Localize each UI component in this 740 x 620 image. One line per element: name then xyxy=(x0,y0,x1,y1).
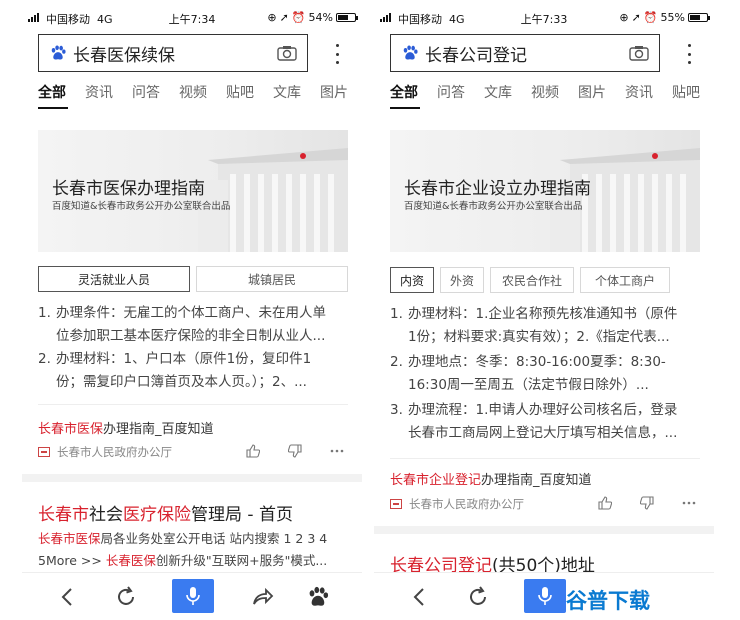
tab-images[interactable]: 图片 xyxy=(320,82,348,102)
tab-all[interactable]: 全部 xyxy=(38,82,66,102)
tab-bar: 全部 问答 文库 视频 图片 资讯 贴吧 xyxy=(390,82,714,109)
thumbs-up-icon[interactable] xyxy=(598,496,612,510)
more-options-icon[interactable] xyxy=(330,449,344,453)
result2-snippet: 长春市医保局各业务处室公开电话 站内搜索 1 2 3 4 5More >> 长春… xyxy=(38,531,328,568)
list-item[interactable]: 2. 办理地点：冬季：8:30-16:00夏季：8:30- 16:30周一至周五… xyxy=(390,351,700,397)
search-query[interactable]: 长春医保续保 xyxy=(73,41,277,66)
result2-title-link[interactable]: 长春市社会医疗保险管理局 - 首页 xyxy=(38,500,293,525)
alarm-icon: ⏰ xyxy=(291,11,306,24)
chip-urban-resident[interactable]: 城镇居民 xyxy=(196,266,348,292)
baidu-paw-icon xyxy=(51,45,66,60)
search-box[interactable]: 长春医保续保 xyxy=(38,34,308,72)
tab-wenku[interactable]: 文库 xyxy=(484,82,512,102)
thumbs-up-icon[interactable] xyxy=(246,444,260,458)
status-bar: 中国移动 4G 上午7:34 ⊕ ➚ ⏰ 54% xyxy=(22,10,362,28)
chip-foreign[interactable]: 外资 xyxy=(440,267,484,293)
active-tab-indicator xyxy=(390,107,420,109)
camera-icon[interactable] xyxy=(277,45,297,61)
tab-qa[interactable]: 问答 xyxy=(132,82,160,102)
tab-tieba[interactable]: 贴吧 xyxy=(672,82,700,102)
baidu-paw-icon xyxy=(403,45,418,60)
banner-title: 长春市企业设立办理指南 xyxy=(404,179,591,199)
svg-text:谷普下载: 谷普下载 xyxy=(566,589,650,613)
battery-icon xyxy=(688,13,710,22)
guide-banner[interactable]: 长春市企业设立办理指南 百度知道&长春市政务公开办公室联合出品 xyxy=(390,130,700,252)
result-title-link[interactable]: 长春市企业登记办理指南_百度知道 xyxy=(390,469,592,488)
voice-search-button[interactable] xyxy=(524,579,566,613)
banner-subtitle: 百度知道&长春市政务公开办公室联合出品 xyxy=(404,201,583,212)
list-item[interactable]: 1. 办理条件：无雇工的个体工商户、未在用人单 位参加职工基本医疗保险的非全日制… xyxy=(38,302,348,348)
right-phone-screen: 中国移动 4G 上午7:33 ⊕ ➚ ⏰ 55% 长春公司登记 全部 问答 文库 视频… xyxy=(374,0,714,620)
result-source: 长春市人民政府办公厅 xyxy=(390,496,524,512)
baidu-home-icon[interactable] xyxy=(306,585,330,609)
active-tab-indicator xyxy=(38,107,68,109)
battery-percent: 54% xyxy=(308,11,333,24)
guide-list: 1. 办理材料：1.企业名称预先核准通知书（原件 1份；材料要求:真实有效）；2… xyxy=(390,303,700,445)
bottom-toolbar xyxy=(22,572,362,620)
section-separator xyxy=(374,526,714,534)
tab-video[interactable]: 视频 xyxy=(531,82,559,102)
location-icon: ➚ xyxy=(631,11,641,24)
result-source: 长春市人民政府办公厅 xyxy=(38,444,172,460)
chip-cooperative[interactable]: 农民合作社 xyxy=(490,267,574,293)
more-options-icon[interactable] xyxy=(682,501,696,505)
more-menu-icon[interactable] xyxy=(686,44,692,64)
microphone-icon xyxy=(538,587,552,605)
site-watermark-logo: 谷普下载 xyxy=(566,589,650,613)
battery-percent: 55% xyxy=(660,11,685,24)
divider xyxy=(390,458,700,459)
tab-wenku[interactable]: 文库 xyxy=(273,82,301,102)
tab-news[interactable]: 资讯 xyxy=(625,82,653,102)
chip-individual-business[interactable]: 个体工商户 xyxy=(580,267,670,293)
back-icon[interactable] xyxy=(408,585,432,609)
tab-tieba[interactable]: 贴吧 xyxy=(226,82,254,102)
thumbs-down-icon[interactable] xyxy=(288,444,302,458)
tab-images[interactable]: 图片 xyxy=(578,82,606,102)
gov-logo-icon xyxy=(390,499,402,509)
camera-icon[interactable] xyxy=(629,45,649,61)
alarm-icon: ⏰ xyxy=(643,11,658,24)
banner-title: 长春市医保办理指南 xyxy=(52,179,205,199)
gov-logo-icon xyxy=(38,447,50,457)
chip-flexible-employment[interactable]: 灵活就业人员 xyxy=(38,266,190,292)
status-bar: 中国移动 4G 上午7:33 ⊕ ➚ ⏰ 55% xyxy=(374,10,714,28)
refresh-icon[interactable] xyxy=(114,585,138,609)
more-menu-icon[interactable] xyxy=(334,44,340,64)
list-item[interactable]: 1. 办理材料：1.企业名称预先核准通知书（原件 1份；材料要求:真实有效）；2… xyxy=(390,303,700,349)
list-item[interactable]: 3. 办理流程：1.申请人办理好公司核名后，登录 长春市工商局网上登记大厅填写相… xyxy=(390,399,700,445)
guide-list: 1. 办理条件：无雇工的个体工商户、未在用人单 位参加职工基本医疗保险的非全日制… xyxy=(38,302,348,394)
lock-rotation-icon: ⊕ xyxy=(619,11,629,24)
voice-search-button[interactable] xyxy=(172,579,214,613)
tab-video[interactable]: 视频 xyxy=(179,82,207,102)
refresh-icon[interactable] xyxy=(466,585,490,609)
result-title-link[interactable]: 长春市医保办理指南_百度知道 xyxy=(38,418,214,437)
location-icon: ➚ xyxy=(279,11,289,24)
battery-icon xyxy=(336,13,358,22)
back-icon[interactable] xyxy=(56,585,80,609)
tab-bar: 全部 资讯 问答 视频 贴吧 文库 图片 xyxy=(38,82,362,109)
lock-rotation-icon: ⊕ xyxy=(267,11,277,24)
tab-all[interactable]: 全部 xyxy=(390,82,418,102)
search-query[interactable]: 长春公司登记 xyxy=(425,41,629,66)
microphone-icon xyxy=(186,587,200,605)
thumbs-down-icon[interactable] xyxy=(640,496,654,510)
banner-subtitle: 百度知道&长春市政务公开办公室联合出品 xyxy=(52,201,231,212)
divider xyxy=(38,404,348,405)
chip-domestic[interactable]: 内资 xyxy=(390,267,434,293)
list-item[interactable]: 2. 办理材料：1、户口本（原件1份，复印件1 份；需复印户口簿首页及本人页。）… xyxy=(38,348,348,394)
section-separator xyxy=(22,474,362,482)
share-icon[interactable] xyxy=(250,585,274,609)
tab-news[interactable]: 资讯 xyxy=(85,82,113,102)
tab-qa[interactable]: 问答 xyxy=(437,82,465,102)
search-box[interactable]: 长春公司登记 xyxy=(390,34,660,72)
guide-banner[interactable]: 长春市医保办理指南 百度知道&长春市政务公开办公室联合出品 xyxy=(38,130,348,252)
left-phone-screen: 中国移动 4G 上午7:34 ⊕ ➚ ⏰ 54% 长春医保续保 全部 资讯 问答 视频… xyxy=(22,0,362,620)
